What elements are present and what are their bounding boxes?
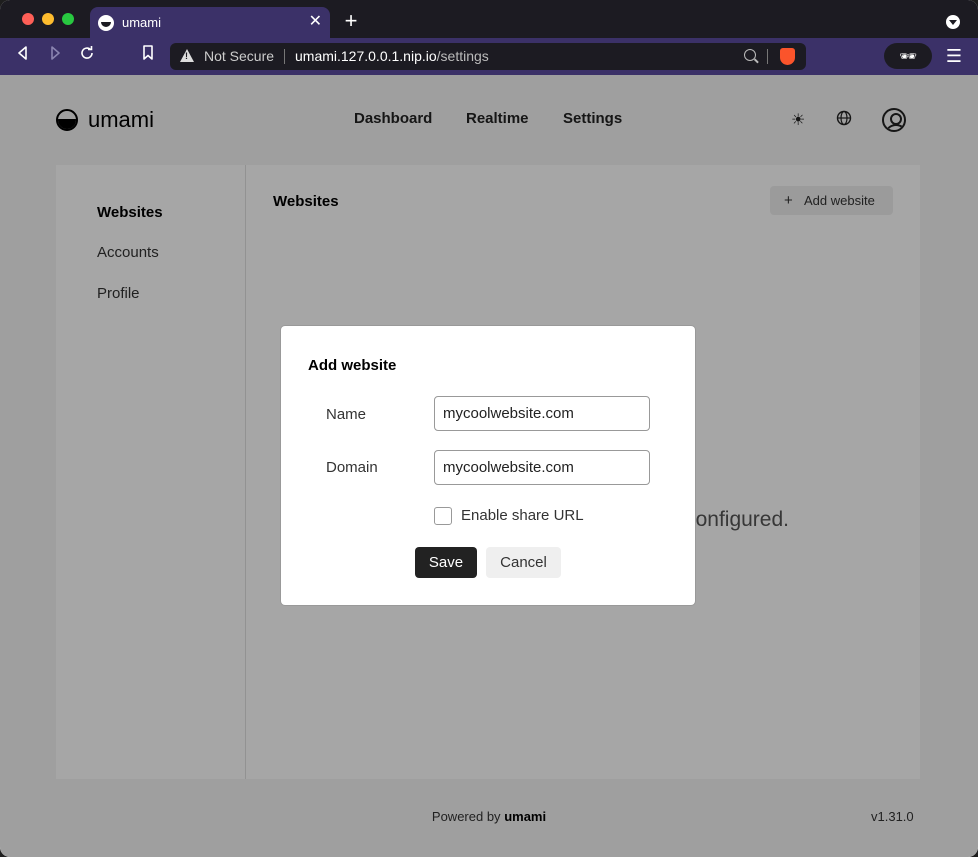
- back-button[interactable]: [12, 45, 34, 67]
- browser-toolbar: Not Secure umami.127.0.0.1.nip.io/settin…: [0, 38, 978, 75]
- new-tab-button[interactable]: +: [340, 9, 362, 33]
- hamburger-menu-icon[interactable]: ☰: [944, 45, 964, 67]
- private-window-icon[interactable]: 🕶: [884, 43, 932, 69]
- minimize-window-button[interactable]: [42, 13, 54, 25]
- reload-button[interactable]: [76, 45, 98, 67]
- browser-window: umami ✕ + Not Secure umami.127.0.0.1.nip…: [0, 0, 978, 857]
- url-divider: [284, 49, 285, 64]
- save-button[interactable]: Save: [415, 547, 477, 578]
- url-text[interactable]: umami.127.0.0.1.nip.io/settings: [295, 48, 489, 64]
- maximize-window-button[interactable]: [62, 13, 74, 25]
- zoom-icon[interactable]: [744, 49, 756, 61]
- name-input[interactable]: [434, 396, 650, 431]
- security-status[interactable]: Not Secure: [204, 48, 274, 64]
- cancel-button[interactable]: Cancel: [486, 547, 561, 578]
- brave-shields-icon[interactable]: [780, 48, 795, 65]
- add-website-dialog: Add website Name Domain Enable share URL…: [281, 326, 695, 605]
- enable-share-url-checkbox[interactable]: [434, 507, 452, 525]
- domain-label: Domain: [326, 459, 378, 476]
- tab-title: umami: [122, 15, 162, 30]
- url-host: umami.127.0.0.1.nip.io: [295, 48, 437, 64]
- address-bar[interactable]: Not Secure umami.127.0.0.1.nip.io/settin…: [170, 43, 806, 70]
- reload-icon: [81, 46, 93, 59]
- tab-list-dropdown-icon[interactable]: [946, 15, 960, 29]
- close-window-button[interactable]: [22, 13, 34, 25]
- forward-button[interactable]: [44, 45, 66, 67]
- tab-close-icon[interactable]: ✕: [309, 12, 322, 32]
- forward-arrow-icon: [51, 46, 60, 60]
- name-label: Name: [326, 406, 367, 423]
- enable-share-url-label[interactable]: Enable share URL: [461, 507, 584, 524]
- dialog-title: Add website: [308, 357, 397, 374]
- umami-favicon-icon: [98, 15, 114, 31]
- bookmark-icon: [143, 45, 153, 60]
- domain-input[interactable]: [434, 450, 650, 485]
- tab-strip: umami ✕ +: [0, 0, 978, 38]
- url-path: /settings: [436, 48, 489, 64]
- back-arrow-icon: [18, 46, 27, 60]
- warning-icon: [180, 49, 194, 62]
- browser-tab[interactable]: umami ✕: [90, 7, 330, 38]
- url-divider-2: [767, 49, 768, 64]
- bookmark-button[interactable]: [137, 45, 159, 67]
